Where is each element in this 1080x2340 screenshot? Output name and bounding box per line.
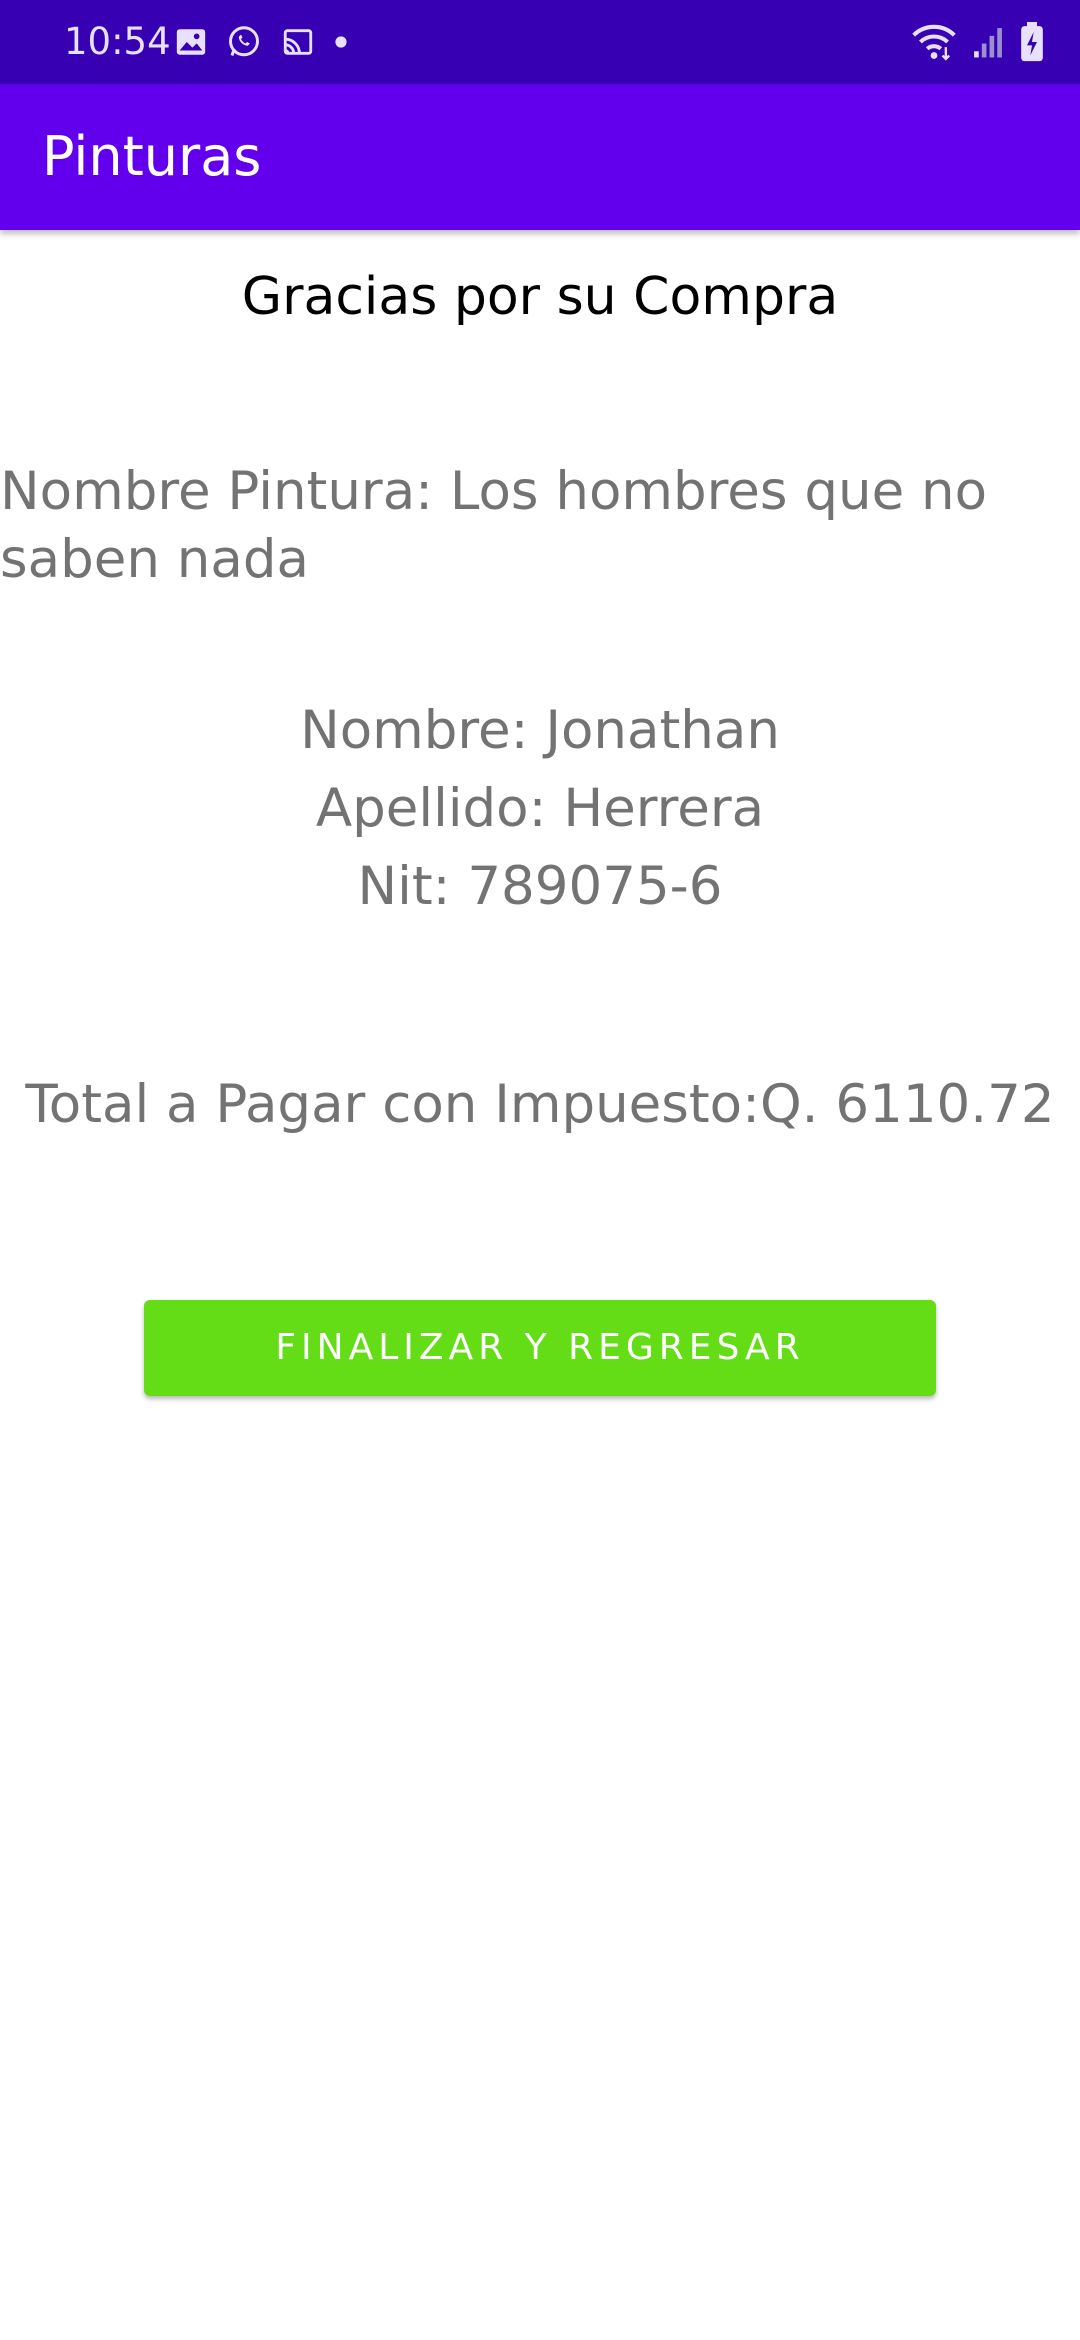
thanks-heading: Gracias por su Compra <box>241 267 839 327</box>
wifi-icon <box>912 23 956 61</box>
app-title: Pinturas <box>42 125 262 188</box>
customer-nit: Nit: 789075-6 <box>357 856 723 917</box>
notification-icons <box>174 22 348 62</box>
status-time: 10:54 <box>64 20 171 63</box>
image-icon <box>174 25 208 59</box>
painting-name: Nombre Pintura: Los hombres que no saben… <box>0 461 988 590</box>
total-with-tax: Total a Pagar con Impuesto:Q. 6110.72 <box>25 1074 1055 1135</box>
finish-and-return-button[interactable]: FINALIZAR Y REGRESAR <box>144 1300 936 1396</box>
whatsapp-icon <box>226 24 262 60</box>
customer-last-name: Apellido: Herrera <box>315 778 765 839</box>
system-icons <box>912 20 1044 64</box>
customer-first-name: Nombre: Jonathan <box>300 700 780 761</box>
dot-icon <box>334 35 348 49</box>
status-bar: 10:54 <box>0 0 1080 84</box>
app-bar: Pinturas <box>0 84 1080 230</box>
battery-charging-icon <box>1020 22 1044 62</box>
customer-info: Nombre: Jonathan Apellido: Herrera Nit: … <box>0 692 1080 926</box>
signal-icon <box>972 25 1004 59</box>
cast-icon <box>280 25 316 59</box>
